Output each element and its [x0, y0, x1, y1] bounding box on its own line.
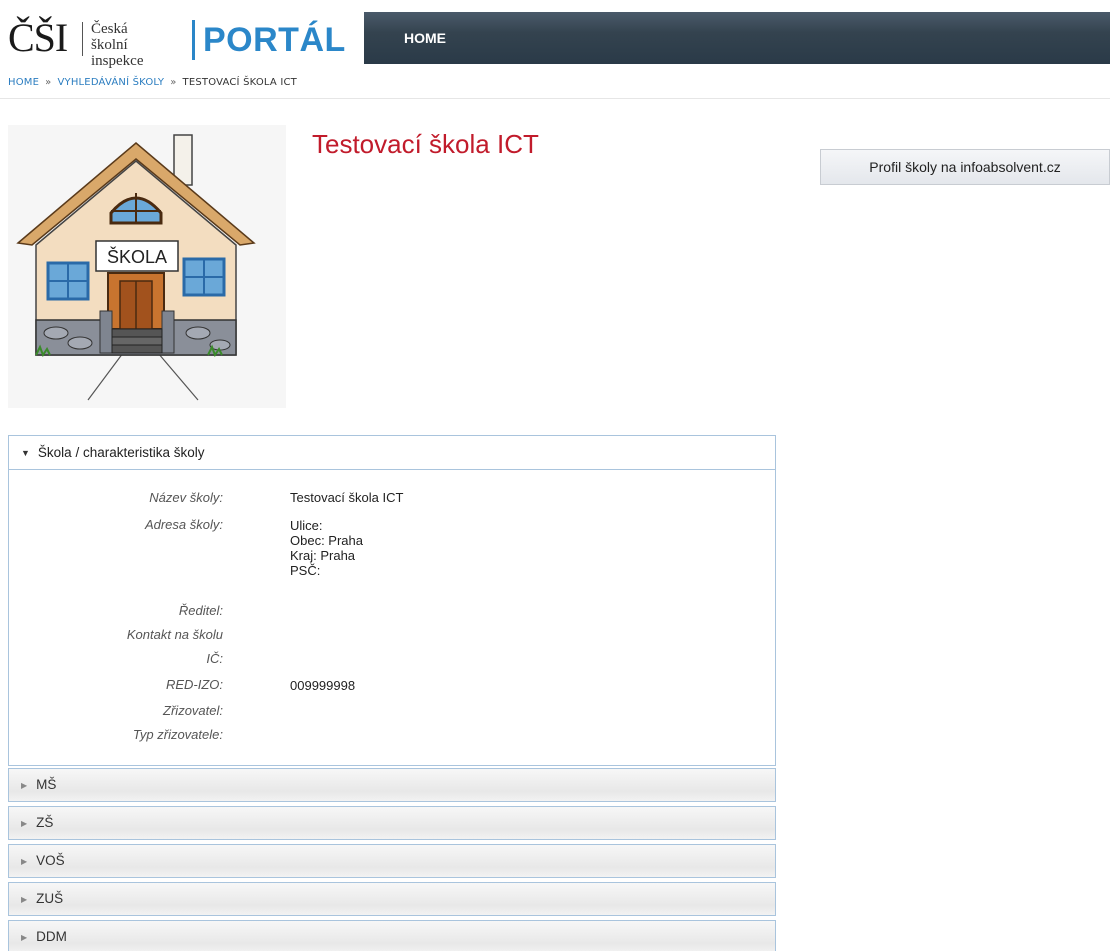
caret-right-icon: ▶ — [21, 895, 28, 904]
address-street: Ulice: — [290, 518, 323, 533]
section-school-characteristics: ▼ Škola / charakteristika školy Název ško… — [8, 435, 776, 766]
school-title: Testovací škola ICT — [312, 129, 539, 159]
logo-divider — [82, 22, 83, 56]
section-label: VOŠ — [36, 853, 65, 868]
logo-line-2: inspekce — [91, 53, 144, 69]
school-illustration: ŠKOLA — [8, 125, 286, 408]
logo-line-1: Česká školní — [91, 21, 128, 53]
label-founder-type: Typ zřizovatele: — [132, 727, 223, 742]
section-ms[interactable]: ▶ MŠ — [8, 768, 776, 802]
label-ic: IČ: — [206, 651, 223, 666]
school-house-image: ŠKOLA — [8, 125, 286, 408]
section-vos[interactable]: ▶ VOŠ — [8, 844, 776, 878]
section-label: ZŠ — [36, 815, 54, 830]
header-divider — [0, 98, 1110, 99]
breadcrumb-home[interactable]: HOME — [8, 77, 39, 88]
main-nav: HOME — [364, 12, 1110, 64]
caret-right-icon: ▶ — [21, 819, 28, 828]
caret-right-icon: ▶ — [21, 933, 28, 942]
nav-home-link[interactable]: HOME — [404, 30, 446, 46]
section-label: DDM — [36, 929, 67, 944]
label-director: Ředitel: — [178, 603, 223, 618]
label-school-name: Název školy: — [149, 490, 223, 505]
logo-csi-mark: ČŠI — [8, 15, 68, 60]
logo-portal: PORTÁL — [203, 21, 346, 59]
breadcrumb-current: TESTOVACÍ ŠKOLA ICT — [182, 77, 297, 88]
breadcrumb-search[interactable]: VYHLEDÁVÁNÍ ŠKOLY — [57, 77, 164, 88]
logo-org-name: Česká školní inspekce — [91, 21, 143, 69]
section-label: ZUŠ — [36, 891, 64, 906]
school-sign-text: ŠKOLA — [107, 246, 167, 267]
caret-down-icon: ▼ — [21, 448, 30, 458]
label-redizo: RED-IZO: — [165, 677, 223, 692]
section-school-characteristics-header[interactable]: ▼ Škola / charakteristika školy — [9, 436, 775, 470]
caret-right-icon: ▶ — [21, 857, 28, 866]
section-label: MŠ — [36, 777, 57, 792]
label-founder: Zřizovatel: — [163, 703, 223, 718]
value-redizo: 009999998 — [290, 678, 356, 693]
header: ČŠI Česká školní inspekce PORTÁL HOME — [0, 0, 1110, 69]
address-postcode: PSČ: — [290, 563, 321, 578]
breadcrumb-separator: » — [45, 77, 52, 88]
label-contact: Kontakt na školu — [126, 627, 223, 642]
section-zus[interactable]: ▶ ZUŠ — [8, 882, 776, 916]
section-title: Škola / charakteristika školy — [37, 445, 205, 460]
logo-accent-bar — [192, 20, 195, 60]
address-region: Kraj: Praha — [290, 548, 356, 563]
breadcrumb: HOME » VYHLEDÁVÁNÍ ŠKOLY » TESTOVACÍ ŠKOLA I… — [8, 77, 297, 88]
breadcrumb-separator: » — [170, 77, 177, 88]
value-school-address: Ulice: Obec: Praha Kraj: Praha PSČ: — [290, 518, 363, 578]
infoabsolvent-profile-button[interactable]: Profil školy na infoabsolvent.cz — [820, 149, 1110, 185]
address-city: Obec: Praha — [290, 533, 363, 548]
caret-right-icon: ▶ — [21, 781, 28, 790]
value-school-name: Testovací škola ICT — [290, 490, 404, 505]
label-school-address: Adresa školy: — [144, 517, 223, 532]
section-ddm[interactable]: ▶ DDM — [8, 920, 776, 951]
section-zs[interactable]: ▶ ZŠ — [8, 806, 776, 840]
